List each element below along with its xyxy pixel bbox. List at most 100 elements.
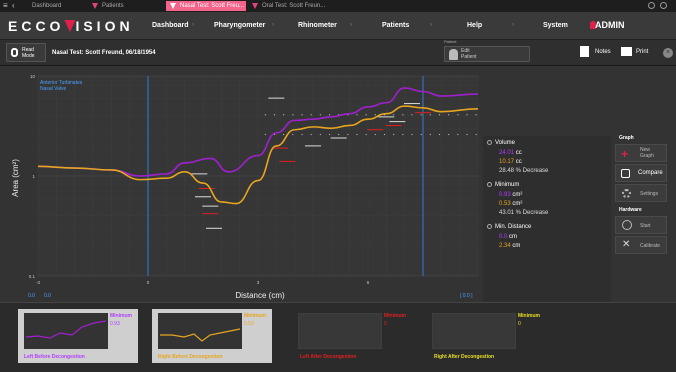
tab-oral-test[interactable]: Oral Test: Scott Freun...: [248, 1, 328, 11]
nav-system[interactable]: System: [543, 22, 568, 29]
admin-user-label[interactable]: ADMIN: [595, 20, 625, 30]
print-label: Print: [636, 49, 649, 55]
nav-help[interactable]: Help: [467, 22, 482, 29]
volume-label: Volume: [495, 140, 516, 146]
x-tick-label: 3: [257, 280, 260, 285]
guide-dot: [264, 114, 266, 116]
minimum-header[interactable]: Minimum: [487, 182, 548, 188]
compare-label: Compare: [638, 170, 663, 176]
play-icon: [622, 220, 632, 230]
guide-dot: [356, 114, 358, 116]
menu-icon[interactable]: ≡: [3, 1, 8, 10]
nav-pharyngometer[interactable]: Pharyngometer: [214, 22, 265, 29]
thumb-label: Right After Decongestion: [434, 354, 495, 360]
settings-label: Settings: [640, 191, 659, 197]
tab-label: Oral Test: Scott Freun...: [262, 3, 326, 9]
logo-v-mark: [64, 20, 76, 32]
test-header-bar: Read Mode Nasal Test: Scott Freund, 06/1…: [0, 39, 676, 66]
thumb-plot-background: [24, 313, 108, 349]
thumb-min-value: 0: [384, 321, 387, 327]
min-distance-header[interactable]: Min. Distance: [487, 224, 531, 230]
guide-dot: [448, 133, 450, 136]
thumb-min-label: Minimum: [110, 313, 132, 319]
tab-label: Dashboard: [32, 3, 62, 9]
guide-dot: [301, 133, 303, 136]
start-button[interactable]: Start: [615, 216, 667, 234]
thumb-mini-chart: [24, 313, 108, 349]
print-button[interactable]: Print: [621, 46, 657, 60]
thumb-min-label: Minimum: [384, 313, 406, 319]
power-icon[interactable]: [660, 2, 667, 9]
settings-gear-icon[interactable]: [648, 2, 655, 9]
nav-dashboard[interactable]: Dashboard: [152, 22, 189, 29]
ecco-tab-icon: [92, 3, 98, 9]
bottom-scale-right: [ 0.0 ]: [460, 293, 473, 299]
y-axis-label: Area (cm²): [11, 159, 20, 197]
guide-dot: [365, 133, 367, 136]
patient-section-label: Patient: [444, 39, 457, 44]
edit-patient-label: Edit Patient: [461, 48, 477, 60]
guide-dot: [292, 114, 294, 116]
x-axis-label: Distance (cm): [235, 291, 285, 300]
volume-unit: cc: [515, 159, 522, 165]
logo-text-left: ECCO: [8, 18, 65, 34]
guide-dot: [438, 133, 441, 136]
guide-dot: [273, 114, 276, 116]
nav-separator: ›: [192, 22, 194, 28]
min-distance-right-row: 2.34 cm: [499, 243, 531, 249]
thumb-right-after[interactable]: Minimum 0 Right After Decongestion: [430, 309, 550, 363]
guide-dot: [393, 114, 395, 116]
guide-dot: [466, 133, 468, 136]
guide-dot: [393, 133, 395, 136]
read-mode-button[interactable]: Read Mode: [6, 43, 46, 62]
graph-panel: Graph + New Graph Compare Settings Hardw…: [613, 132, 668, 262]
close-icon[interactable]: ×: [663, 48, 673, 58]
tab-patients[interactable]: Patients: [88, 1, 163, 11]
guide-dot: [319, 114, 321, 116]
minimum-right-value: 0.53: [499, 201, 511, 207]
edit-patient-button[interactable]: Edit Patient: [444, 46, 530, 62]
guide-dot: [347, 133, 349, 136]
guide-dot: [429, 133, 431, 136]
compare-button[interactable]: Compare: [615, 164, 667, 182]
main-nav-bar: ECCO ISION Dashboard › Pharyngometer › Rh…: [0, 12, 676, 40]
tab-dashboard[interactable]: Dashboard: [18, 1, 88, 11]
eccovision-logo: ECCO ISION: [8, 18, 134, 34]
guide-dot: [457, 133, 459, 136]
new-graph-button[interactable]: + New Graph: [615, 144, 667, 162]
thumb-left-after[interactable]: Minimum 0 Left After Decongestion: [296, 309, 416, 363]
test-title: Nasal Test: Scott Freund, 06/18/1954: [52, 50, 156, 56]
minimum-section: Minimum 0.93 cm² 0.53 cm² 43.01 % Decrea…: [487, 182, 548, 216]
thumb-min-label: Minimum: [518, 313, 540, 319]
thumb-plot-background: [298, 313, 382, 349]
thumb-left-before[interactable]: Minimum 0.93 Left Before Decongestion: [18, 309, 138, 363]
settings-button[interactable]: Settings: [615, 184, 667, 202]
guide-dot: [283, 114, 285, 116]
browser-tab-bar: ≡ ‹ Dashboard Patients Nasal Test: Scott…: [0, 0, 676, 12]
plus-icon: +: [621, 147, 629, 161]
start-label: Start: [640, 223, 651, 229]
volume-unit: cc: [515, 150, 522, 156]
x-tick-label: -3: [36, 280, 40, 285]
calibrate-button[interactable]: ✕ Calibrate: [615, 236, 667, 254]
nav-patients[interactable]: Patients: [382, 22, 409, 29]
guide-dot: [438, 114, 441, 116]
guide-dot: [411, 133, 413, 136]
guide-dot: [383, 133, 386, 136]
min-distance-right-value: 2.34: [499, 243, 511, 249]
tab-nasal-test[interactable]: Nasal Test: Scott Freu...: [166, 1, 246, 11]
tab-label: Patients: [102, 3, 124, 9]
back-icon[interactable]: ‹: [12, 1, 15, 10]
nav-rhinometer[interactable]: Rhinometer: [298, 22, 337, 29]
overlay-nasal-valve: Nasal Valve: [40, 86, 67, 92]
volume-section: Volume 24.01 cc 10.17 cc 28.48 % Decreas…: [487, 140, 548, 174]
lock-icon: [11, 48, 18, 57]
notes-button[interactable]: Notes: [580, 46, 616, 60]
thumb-right-before[interactable]: Minimum 0.53 Right Before Decongestion: [152, 309, 272, 363]
compare-icon: [621, 169, 630, 178]
volume-header[interactable]: Volume: [487, 140, 548, 146]
guide-dot: [292, 133, 294, 136]
x-tick-label: 0: [147, 280, 150, 285]
nav-separator: ›: [430, 22, 432, 28]
radio-icon: [487, 224, 492, 229]
